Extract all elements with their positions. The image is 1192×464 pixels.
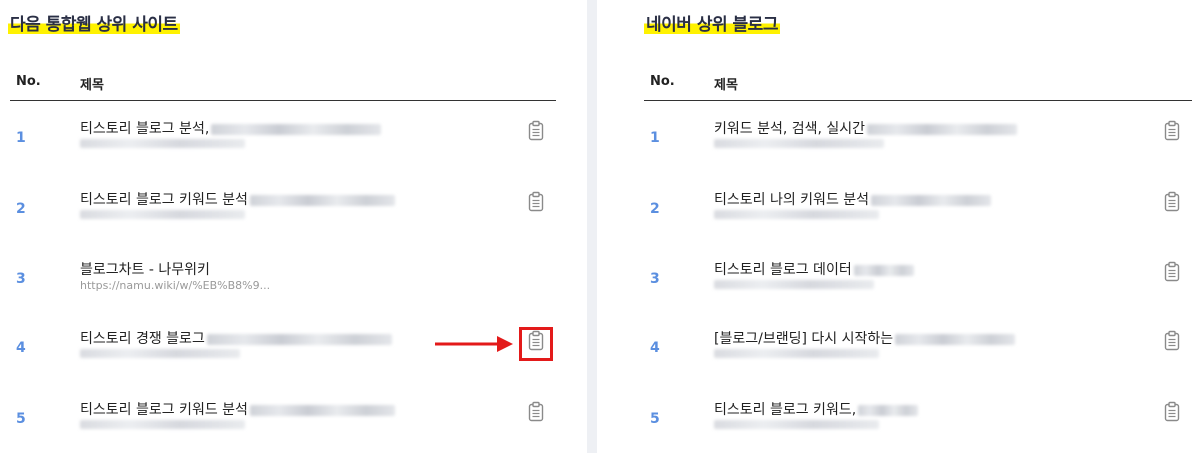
clipboard-icon xyxy=(1164,330,1180,351)
copy-button[interactable] xyxy=(526,191,546,213)
row-url xyxy=(80,138,245,151)
blurred-text xyxy=(249,404,395,416)
clipboard-icon xyxy=(528,120,544,141)
column-header-title: 제목 xyxy=(80,78,104,93)
blurred-url xyxy=(714,280,874,289)
copy-button[interactable] xyxy=(1162,401,1182,423)
blurred-url xyxy=(714,139,884,148)
row-title[interactable]: [블로그/브랜딩] 다시 시작하는 xyxy=(714,328,1016,348)
table-row: 5 티스토리 블로그 키워드, xyxy=(644,394,1192,464)
blurred-text xyxy=(871,194,992,206)
row-title-text[interactable]: 티스토리 블로그 키워드 분석 xyxy=(80,192,248,208)
row-title[interactable]: 키워드 분석, 검색, 실시간 xyxy=(714,118,1018,138)
row-title-text[interactable]: 키워드 분석, 검색, 실시간 xyxy=(714,121,865,137)
table-row: 2 티스토리 나의 키워드 분석 xyxy=(644,184,1192,254)
copy-button[interactable] xyxy=(1162,330,1182,352)
blurred-url xyxy=(80,420,245,429)
rank-number: 5 xyxy=(650,411,660,427)
rank-number: 3 xyxy=(16,271,26,287)
table-row: 1 티스토리 블로그 분석, xyxy=(10,113,556,183)
daum-top-sites-panel: 다음 통합웹 상위 사이트 No. 제목 1 티스토리 블로그 분석, 2 티스… xyxy=(0,0,587,453)
row-title[interactable]: 티스토리 블로그 데이터 xyxy=(714,259,914,279)
rank-number: 5 xyxy=(16,411,26,427)
copy-button[interactable] xyxy=(1162,191,1182,213)
clipboard-icon xyxy=(528,191,544,212)
row-title[interactable]: 티스토리 나의 키워드 분석 xyxy=(714,189,992,209)
right-arrow-icon xyxy=(435,336,513,352)
table-row: 2 티스토리 블로그 키워드 분석 xyxy=(10,184,556,254)
row-url xyxy=(80,209,245,222)
clipboard-icon xyxy=(1164,261,1180,282)
blurred-text xyxy=(867,123,1018,135)
row-title-text[interactable]: 티스토리 블로그 분석, xyxy=(80,121,209,137)
row-title-text[interactable]: 블로그차트 - 나무위키 xyxy=(80,262,210,278)
row-url xyxy=(714,279,874,292)
column-header-title: 제목 xyxy=(714,78,738,93)
copy-button[interactable] xyxy=(1162,120,1182,142)
blurred-url xyxy=(80,139,245,148)
panel-title: 네이버 상위 블로그 xyxy=(644,12,780,38)
clipboard-icon xyxy=(1164,120,1180,141)
blurred-text xyxy=(206,333,392,345)
table-row: 3 티스토리 블로그 데이터 xyxy=(644,254,1192,324)
panel-title: 다음 통합웹 상위 사이트 xyxy=(8,12,180,38)
row-url xyxy=(80,348,240,361)
row-title[interactable]: 블로그차트 - 나무위키 xyxy=(80,259,210,279)
row-title-text[interactable]: 티스토리 블로그 키워드, xyxy=(714,402,856,418)
blurred-text xyxy=(211,123,382,135)
rank-number: 2 xyxy=(16,201,26,217)
blurred-text xyxy=(853,264,914,276)
rank-number: 1 xyxy=(650,130,660,146)
column-header-no: No. xyxy=(650,74,675,89)
table-row: 5 티스토리 블로그 키워드 분석 xyxy=(10,394,556,464)
panel-divider xyxy=(587,0,597,453)
row-title-text[interactable]: 티스토리 블로그 키워드 분석 xyxy=(80,402,248,418)
copy-button[interactable] xyxy=(526,401,546,423)
row-url xyxy=(714,419,879,432)
row-url xyxy=(80,419,245,432)
table-header: No. 제목 xyxy=(10,72,556,101)
table-row: 3 블로그차트 - 나무위키 https://namu.wiki/w/%EB%B… xyxy=(10,254,556,324)
blurred-url xyxy=(80,349,240,358)
naver-top-blogs-panel: 네이버 상위 블로그 No. 제목 1 키워드 분석, 검색, 실시간 2 티스… xyxy=(597,0,1192,453)
row-url xyxy=(714,138,884,151)
blurred-text xyxy=(858,404,919,416)
rank-number: 4 xyxy=(16,340,26,356)
rank-number: 1 xyxy=(16,130,26,146)
row-title[interactable]: 티스토리 블로그 키워드 분석 xyxy=(80,399,395,419)
row-title-text[interactable]: [블로그/브랜딩] 다시 시작하는 xyxy=(714,331,893,347)
rank-number: 2 xyxy=(650,201,660,217)
copy-button[interactable] xyxy=(1162,261,1182,283)
blurred-text xyxy=(895,333,1016,345)
row-url xyxy=(714,209,879,222)
rank-number: 3 xyxy=(650,271,660,287)
clipboard-icon xyxy=(1164,191,1180,212)
row-title-text[interactable]: 티스토리 경쟁 블로그 xyxy=(80,331,205,347)
rank-number: 4 xyxy=(650,340,660,356)
blurred-url xyxy=(714,349,879,358)
row-title[interactable]: 티스토리 블로그 키워드 분석 xyxy=(80,189,395,209)
table-row: 1 키워드 분석, 검색, 실시간 xyxy=(644,113,1192,183)
row-title[interactable]: 티스토리 블로그 키워드, xyxy=(714,399,919,419)
table-row: 4 [블로그/브랜딩] 다시 시작하는 xyxy=(644,323,1192,393)
column-header-no: No. xyxy=(16,74,41,89)
blurred-url xyxy=(714,210,879,219)
row-title-text[interactable]: 티스토리 나의 키워드 분석 xyxy=(714,192,869,208)
row-title[interactable]: 티스토리 경쟁 블로그 xyxy=(80,328,392,348)
table-header: No. 제목 xyxy=(644,72,1192,101)
row-url xyxy=(714,348,879,361)
row-title-text[interactable]: 티스토리 블로그 데이터 xyxy=(714,262,852,278)
row-title[interactable]: 티스토리 블로그 분석, xyxy=(80,118,382,138)
blurred-url xyxy=(80,210,245,219)
clipboard-icon xyxy=(1164,401,1180,422)
row-url: https://namu.wiki/w/%EB%B8%9... xyxy=(80,279,271,292)
blurred-url xyxy=(714,420,879,429)
blurred-text xyxy=(249,194,395,206)
annotation-highlight-box xyxy=(519,327,553,361)
clipboard-icon xyxy=(528,401,544,422)
copy-button[interactable] xyxy=(526,120,546,142)
